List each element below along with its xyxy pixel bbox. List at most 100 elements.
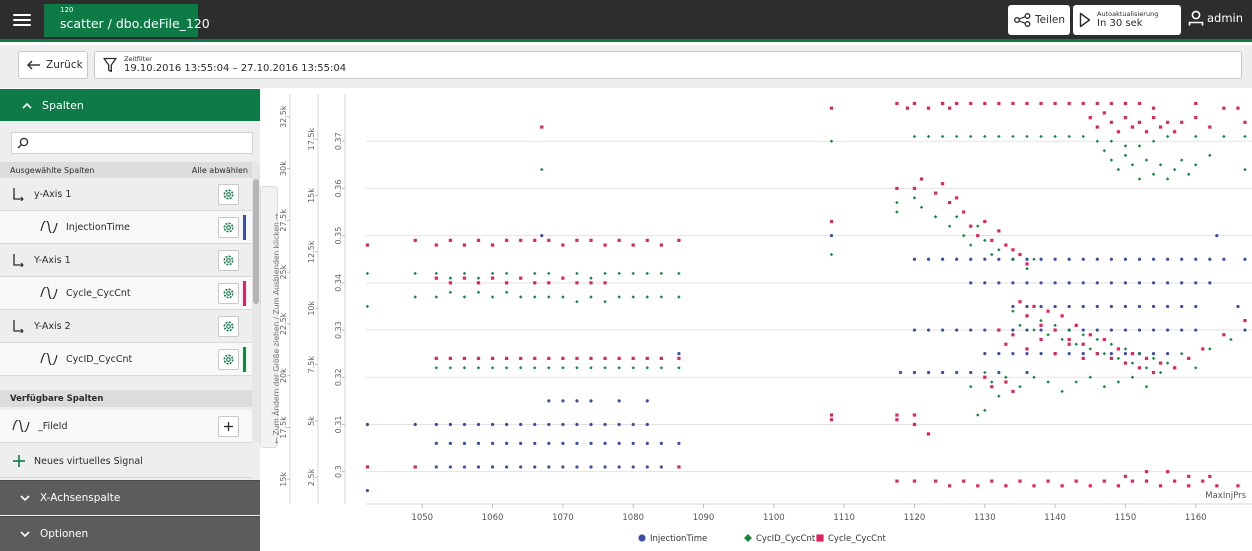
x-tick-label: 1050 <box>411 513 433 523</box>
data-point-cycle_cyccnt <box>547 356 551 360</box>
x-tick-label: 1090 <box>693 513 715 523</box>
settings-button[interactable] <box>218 184 239 205</box>
add-column-button[interactable] <box>218 416 239 437</box>
data-point-cycle_cyccnt <box>659 356 663 360</box>
data-point-cycle_cyccnt <box>948 200 952 205</box>
data-point-cycle_cyccnt <box>1004 243 1008 247</box>
data-point-cycid_cyccnt <box>1179 351 1184 356</box>
plus-icon <box>13 455 25 467</box>
data-point-injectiontime <box>983 257 987 261</box>
data-point-injectiontime <box>589 399 593 403</box>
data-point-cycle_cyccnt <box>829 418 834 422</box>
data-point-injectiontime <box>645 441 649 445</box>
scatter-chart[interactable]: 15k 17.5k 20k 22.5k 25k 27.5k 30k 32.5k 2.5k 5k 7.… <box>278 88 1252 551</box>
data-point-injectiontime <box>1180 304 1184 309</box>
signal-row[interactable]: Cycle_CycCnt <box>0 277 252 310</box>
data-point-cycle_cyccnt <box>1130 479 1135 483</box>
gear-icon <box>223 189 234 200</box>
data-point-cycid_cyccnt <box>1011 134 1015 139</box>
filter-icon <box>103 57 117 73</box>
y-tick-label: 20k <box>279 368 288 383</box>
data-point-cycle_cyccnt <box>575 356 579 360</box>
data-point-cycid_cyccnt <box>1011 309 1015 313</box>
data-point-cycid_cyccnt <box>1025 134 1029 139</box>
settings-button[interactable] <box>218 250 239 271</box>
data-point-cycle_cyccnt <box>969 101 973 106</box>
data-point-cycle_cyccnt <box>365 465 370 469</box>
settings-button[interactable] <box>218 283 239 304</box>
data-point-injectiontime <box>519 465 523 469</box>
data-point-cycid_cyccnt <box>954 215 959 219</box>
x-tick-label: 1150 <box>1115 513 1137 523</box>
data-point-cycle_cyccnt <box>1116 130 1120 134</box>
axis-row[interactable]: Y-Axis 2 <box>0 310 252 343</box>
settings-button[interactable] <box>218 217 239 238</box>
menu-icon[interactable] <box>10 8 34 32</box>
settings-button[interactable] <box>218 349 239 370</box>
search-input[interactable] <box>33 137 243 149</box>
data-point-cycle_cyccnt <box>1243 319 1247 323</box>
share-button[interactable]: Teilen <box>1008 5 1070 35</box>
data-point-cycid_cyccnt <box>659 366 664 370</box>
data-point-injectiontime <box>941 370 945 375</box>
signal-row[interactable]: CycID_CycCnt <box>0 343 252 376</box>
chart-title-block[interactable]: 120 scatter / dbo.deFile_120 <box>44 4 210 37</box>
data-point-injectiontime <box>926 370 931 375</box>
selected-columns-label: Ausgewählte Spalten <box>10 165 95 175</box>
data-point-injectiontime <box>1123 304 1128 309</box>
new-virtual-signal-button[interactable]: Neues virtuelles Signal <box>0 445 252 478</box>
data-point-injectiontime <box>1194 257 1198 261</box>
data-point-cycid_cyccnt <box>912 134 917 139</box>
data-point-cycle_cyccnt <box>1144 130 1149 134</box>
data-point-cycle_cyccnt <box>677 465 681 469</box>
available-row[interactable]: _FileId <box>0 410 252 443</box>
axis-row[interactable]: Y-Axis 1 <box>0 244 252 277</box>
data-point-cycid_cyccnt <box>926 134 931 139</box>
data-point-cycid_cyccnt <box>1032 328 1036 332</box>
user-menu[interactable]: admin <box>1188 10 1243 26</box>
data-point-cycid_cyccnt <box>1032 375 1036 379</box>
data-point-cycle_cyccnt <box>505 356 509 360</box>
time-filter[interactable]: Zeitfilter 19.10.2016 13:55:04 – 27.10.2… <box>94 51 1242 79</box>
data-point-cycid_cyccnt <box>1067 328 1071 332</box>
data-point-injectiontime <box>448 465 452 469</box>
data-point-cycle_cyccnt <box>912 101 917 106</box>
data-point-injectiontime <box>561 399 565 403</box>
data-point-injectiontime <box>603 441 607 445</box>
data-point-cycid_cyccnt <box>962 233 966 238</box>
columns-section-header[interactable]: Spalten <box>0 89 260 121</box>
data-point-cycle_cyccnt <box>1074 323 1078 327</box>
back-button[interactable]: Zurück <box>18 51 88 79</box>
data-point-cycid_cyccnt <box>1123 144 1128 148</box>
data-point-injectiontime <box>1222 257 1226 261</box>
data-point-cycid_cyccnt <box>1130 375 1135 379</box>
data-point-cycid_cyccnt <box>1011 257 1015 261</box>
data-point-injectiontime <box>1011 328 1015 332</box>
options-section-header[interactable]: Optionen <box>0 516 260 551</box>
x-axis-section-header[interactable]: X-Achsenspalte <box>0 480 260 515</box>
axis-row[interactable]: y-Axis 1 <box>0 178 252 211</box>
data-point-cycle_cyccnt <box>1243 120 1247 124</box>
data-point-injectiontime <box>540 234 544 238</box>
autorefresh-button[interactable]: Autoaktualisierung In 30 sek <box>1073 5 1181 35</box>
y-tick-label: 10k <box>307 301 316 316</box>
data-point-injectiontime <box>505 441 509 445</box>
data-point-cycid_cyccnt <box>434 271 439 276</box>
data-point-cycid_cyccnt <box>983 134 987 139</box>
data-point-cycle_cyccnt <box>448 238 452 242</box>
data-point-cycle_cyccnt <box>603 356 607 360</box>
data-point-cycle_cyccnt <box>1158 361 1163 365</box>
data-point-cycle_cyccnt <box>1039 337 1043 342</box>
data-point-injectiontime <box>631 441 635 445</box>
data-point-cycle_cyccnt <box>1123 361 1128 365</box>
settings-button[interactable] <box>218 316 239 337</box>
column-search[interactable] <box>11 132 253 154</box>
deselect-all-link[interactable]: Alle abwählen <box>192 166 248 175</box>
data-point-injectiontime <box>1151 328 1156 332</box>
sidebar-resize-handle[interactable]: ← Zum Ändern der Größe ziehen / Zum Ausb… <box>260 186 281 448</box>
data-point-injectiontime <box>561 465 565 469</box>
sidebar-scroll-thumb[interactable] <box>253 179 259 304</box>
signal-row[interactable]: InjectionTime <box>0 211 252 244</box>
signal-label: InjectionTime <box>66 221 130 233</box>
data-point-cycle_cyccnt <box>926 106 931 110</box>
